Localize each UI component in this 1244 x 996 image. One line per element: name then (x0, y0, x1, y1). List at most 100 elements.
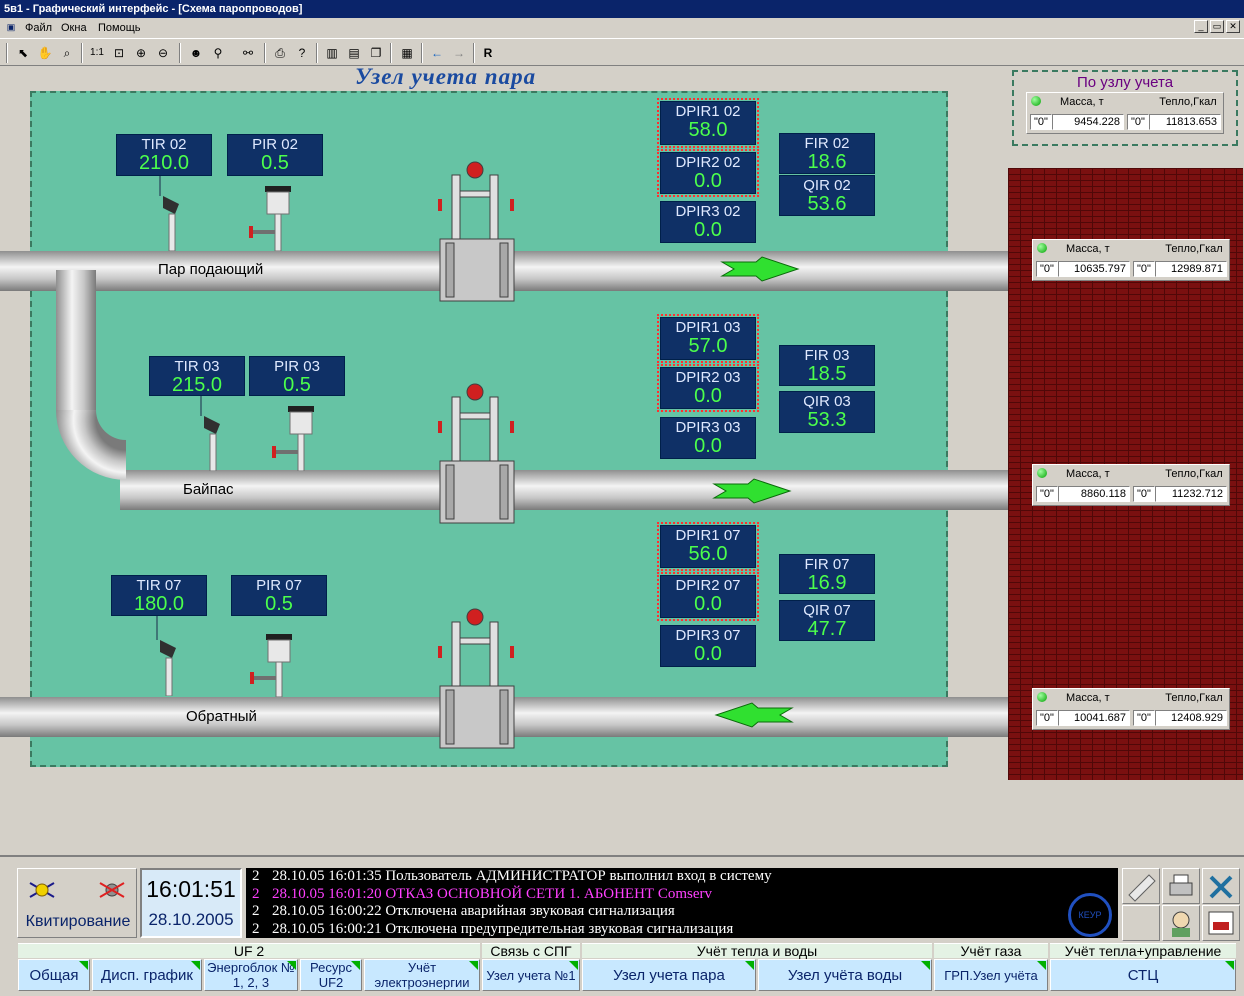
temperature-sensor-icon (200, 396, 220, 471)
menu-help[interactable]: Помощь (98, 18, 141, 38)
group-spg-link: Связь с СПГ (482, 943, 580, 959)
group-heat-water: Учёт тепла и воды (582, 943, 932, 959)
tag-dpir2-07[interactable]: DPIR2 07 0.0 (657, 572, 759, 621)
heat-value: 12989.871 (1155, 261, 1227, 277)
binoculars-icon[interactable]: ⚲ (208, 43, 228, 63)
mass-quality: "0" (1036, 261, 1058, 277)
nav-steam-metering[interactable]: Узел учета пара (582, 959, 756, 991)
binoculars-search-icon[interactable]: ⚯ (238, 43, 258, 63)
log-row[interactable]: 2 28.10.05 16:01:35 Пользователь АДМИНИСТ… (252, 868, 1118, 886)
layout-vertical-icon[interactable]: ▥ (322, 43, 342, 63)
log-row[interactable]: 2 28.10.05 16:01:20 ОТКАЗ ОСНОВНОЙ СЕТИ 1… (252, 886, 1118, 904)
log-text: 28.10.05 16:01:35 Пользователь АДМИНИСТР… (272, 868, 772, 884)
heat-quality: "0" (1127, 114, 1149, 130)
tag-dpir1-02[interactable]: DPIR1 02 58.0 (657, 98, 759, 148)
nav-metering-unit-1[interactable]: Узел учета №1 (482, 959, 580, 991)
nav-electricity[interactable]: Учёт электроэнергии (364, 959, 480, 991)
tag-tir-03[interactable]: TIR 03 215.0 (149, 356, 245, 396)
flow-arrow-left-icon (714, 702, 794, 728)
tag-pir-02[interactable]: PIR 02 0.5 (227, 134, 323, 176)
acknowledge-button[interactable]: Квитирование (17, 868, 137, 938)
nav-gas-regulator[interactable]: ГРП.Узел учёта (934, 959, 1048, 991)
tag-dpir2-02[interactable]: DPIR2 02 0.0 (657, 149, 759, 197)
tag-dpir3-07[interactable]: DPIR3 07 0.0 (660, 625, 756, 667)
report-icon[interactable] (1202, 905, 1240, 941)
nav-water-metering[interactable]: Узел учёта воды (758, 959, 932, 991)
orifice-assembly-icon (438, 608, 515, 749)
printer-icon[interactable] (1162, 868, 1200, 904)
heat-label: Тепло,Гкал (1165, 243, 1223, 255)
help-icon[interactable]: ? (292, 43, 312, 63)
restore-button[interactable]: ▭ (1210, 20, 1224, 33)
scroll-icon[interactable] (1122, 868, 1160, 904)
company-logo: КЕУР (1068, 893, 1112, 937)
heat-value: 11813.653 (1149, 114, 1221, 130)
pointer-icon[interactable]: ⬉ (13, 43, 33, 63)
minimize-button[interactable]: _ (1194, 20, 1208, 33)
tag-fir-02[interactable]: FIR 02 18.6 (779, 133, 875, 174)
zoom-fit-icon[interactable]: ⊡ (109, 43, 129, 63)
tag-dpir3-02[interactable]: DPIR3 02 0.0 (660, 201, 756, 243)
menu-windows[interactable]: Окна (61, 18, 87, 38)
heat-quality: "0" (1133, 486, 1155, 502)
summary-box: По узлу учета Масса, т Тепло,Гкал "0" 94… (1012, 70, 1238, 146)
tag-dpir1-07[interactable]: DPIR1 07 56.0 (657, 522, 759, 571)
find-object-icon[interactable]: ☻ (186, 43, 206, 63)
refresh-icon[interactable]: R (478, 43, 498, 63)
tools-icon[interactable] (1202, 868, 1240, 904)
forward-icon[interactable]: → (449, 43, 469, 63)
log-level: 2 (252, 903, 260, 919)
cascade-icon[interactable]: ❐ (366, 43, 386, 63)
event-log[interactable]: 2 28.10.05 16:01:35 Пользователь АДМИНИСТ… (246, 868, 1118, 938)
tag-qir-07[interactable]: QIR 07 47.7 (779, 600, 875, 641)
window-list-icon[interactable]: ▦ (397, 43, 417, 63)
tag-qir-03[interactable]: QIR 03 53.3 (779, 391, 875, 433)
nav-dispatch-chart[interactable]: Дисп. график (92, 959, 202, 991)
close-button[interactable]: ✕ (1226, 20, 1240, 33)
tag-tir-07[interactable]: TIR 07 180.0 (111, 575, 207, 616)
mass-label: Масса, т (1066, 243, 1110, 255)
print-icon[interactable]: ⎙ (270, 43, 290, 63)
tag-pir-03[interactable]: PIR 03 0.5 (249, 356, 345, 396)
zoom-in-icon[interactable]: ⊕ (131, 43, 151, 63)
log-level: 2 (252, 868, 260, 884)
layout-horizontal-icon[interactable]: ▤ (344, 43, 364, 63)
tag-dpir1-03[interactable]: DPIR1 03 57.0 (657, 314, 759, 363)
pressure-sensor-icon (249, 186, 291, 251)
app-icon[interactable]: ▣ (4, 21, 18, 34)
zoom-out-icon[interactable]: ⊖ (153, 43, 173, 63)
log-row[interactable]: 2 28.10.05 16:00:21 Отключена предупредит… (252, 921, 1118, 939)
heat-value: 12408.929 (1155, 710, 1227, 726)
mass-value: 10041.687 (1058, 710, 1130, 726)
actual-size-icon[interactable]: 1:1 (87, 43, 107, 63)
tag-tir-02[interactable]: TIR 02 210.0 (116, 134, 212, 176)
sound-off-icon (99, 882, 125, 898)
menu-file[interactable]: Файл (25, 18, 52, 38)
tag-dpir3-03[interactable]: DPIR3 03 0.0 (660, 417, 756, 459)
nav-resource-uf2[interactable]: Ресурс UF2 (300, 959, 362, 991)
log-level: 2 (252, 885, 260, 902)
nav-general[interactable]: Общая (18, 959, 90, 991)
hand-icon[interactable]: ✋ (35, 43, 55, 63)
flow-arrow-right-icon (712, 478, 792, 504)
tag-fir-03[interactable]: FIR 03 18.5 (779, 345, 875, 386)
nav-power-units[interactable]: Энергоблок № 1, 2, 3 (204, 959, 298, 991)
tag-pir-07[interactable]: PIR 07 0.5 (231, 575, 327, 616)
clock-date: 28.10.2005 (148, 910, 234, 929)
log-row[interactable]: 2 28.10.05 16:00:22 Отключена аварийная з… (252, 903, 1118, 921)
tag-qir-02[interactable]: QIR 02 53.6 (779, 175, 875, 216)
mass-label: Масса, т (1060, 96, 1104, 108)
blank-button[interactable] (1122, 905, 1160, 941)
tag-dpir2-03[interactable]: DPIR2 03 0.0 (657, 364, 759, 412)
tag-fir-07[interactable]: FIR 07 16.9 (779, 554, 875, 594)
heat-quality: "0" (1133, 710, 1155, 726)
nav-stc[interactable]: СТЦ (1050, 959, 1236, 991)
sound-alarm-icon (29, 882, 55, 898)
zoom-icon[interactable]: ⌕ (57, 43, 77, 63)
user-icon[interactable] (1162, 905, 1200, 941)
pipe-label-bypass: Байпас (183, 481, 234, 498)
mass-quality: "0" (1036, 710, 1058, 726)
flow-arrow-right-icon (720, 256, 800, 282)
back-icon[interactable]: ← (427, 43, 447, 63)
log-text: 28.10.05 16:00:22 Отключена аварийная зв… (272, 903, 675, 919)
